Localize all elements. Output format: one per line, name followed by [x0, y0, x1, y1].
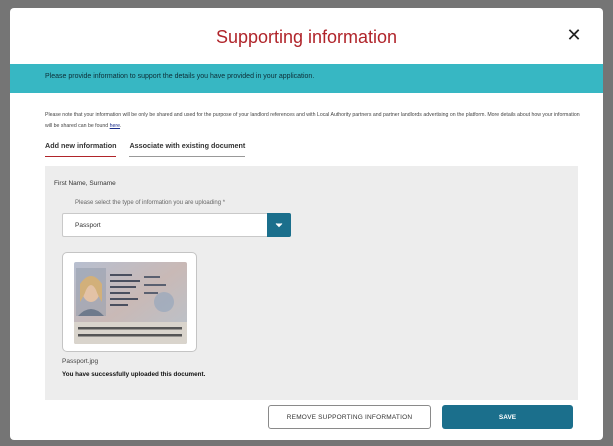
- tab-add-new-information[interactable]: Add new information: [45, 141, 117, 157]
- dialog-title: Supporting information: [215, 27, 398, 47]
- chevron-down-icon: [275, 223, 283, 228]
- upload-panel: First Name, Surname Please select the ty…: [45, 166, 578, 400]
- info-banner: Please provide information to support th…: [10, 64, 603, 93]
- document-thumbnail-card[interactable]: [62, 252, 197, 352]
- select-dropdown-button[interactable]: [267, 213, 291, 237]
- passport-image: [74, 262, 187, 344]
- uploaded-file-name: Passport.jpg: [62, 358, 99, 365]
- tab-associate-existing-document[interactable]: Associate with existing document: [129, 141, 246, 157]
- save-button[interactable]: SAVE: [442, 405, 573, 429]
- notice-here-link[interactable]: here: [110, 123, 120, 129]
- close-button[interactable]: ✕: [563, 24, 585, 46]
- upload-success-message: You have successfully uploaded this docu…: [62, 371, 206, 378]
- information-type-label: Please select the type of information yo…: [75, 200, 226, 206]
- person-name: First Name, Surname: [54, 180, 116, 187]
- notice-end: .: [120, 123, 122, 129]
- close-icon: ✕: [566, 24, 582, 45]
- supporting-information-dialog: Supporting information ✕ Please provide …: [10, 8, 603, 440]
- tab-bar: Add new information Associate with exist…: [45, 141, 246, 157]
- notice-text: Please note that your information will b…: [45, 112, 580, 129]
- banner-text: Please provide information to support th…: [45, 73, 315, 80]
- information-type-value: Passport: [75, 222, 101, 229]
- remove-supporting-information-button[interactable]: REMOVE SUPPORTING INFORMATION: [268, 405, 431, 429]
- information-type-select[interactable]: Passport: [62, 213, 291, 237]
- privacy-notice: Please note that your information will b…: [45, 110, 580, 132]
